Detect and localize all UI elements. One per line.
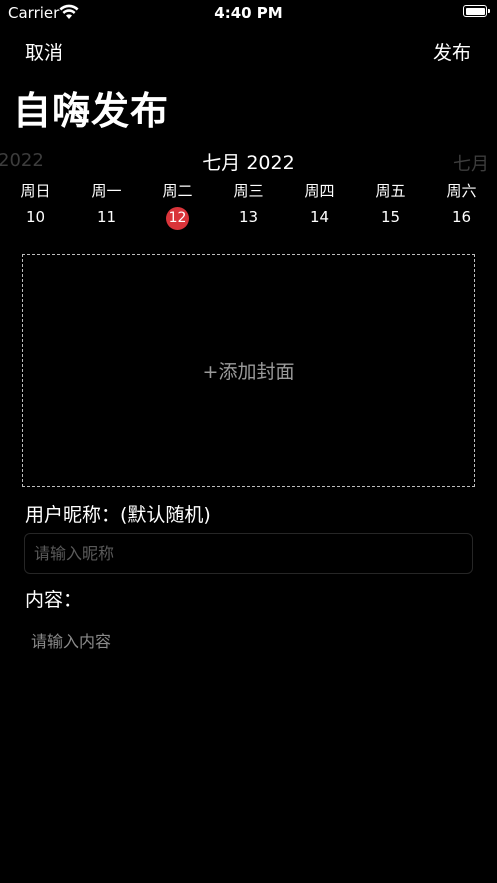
calendar-weekdays: 周日 周一 周二 周三 周四 周五 周六 [0,180,497,201]
calendar-day-selected[interactable]: 12 [142,205,213,230]
publish-screen: Carrier 4:40 PM 取消 发布 自嗨发布 2022 七月 2022 … [0,0,497,883]
battery-fill [465,7,485,15]
calendar-day-number: 14 [309,208,330,226]
weekday-sun: 周日 [20,182,51,200]
weekday-sat: 周六 [446,182,477,200]
weekday-fri: 周五 [375,182,406,200]
calendar-day[interactable]: 14 [284,205,355,229]
calendar-days: 10 11 12 13 14 15 16 [0,205,497,230]
calendar-day[interactable]: 10 [0,205,71,229]
nickname-label: 用户昵称：(默认随机) [25,504,211,526]
calendar-day[interactable]: 15 [355,205,426,229]
calendar-day-number: 16 [451,208,472,226]
weekday-thu: 周四 [304,182,335,200]
publish-button[interactable]: 发布 [433,38,471,65]
content-label: 内容： [25,589,83,611]
calendar-day[interactable]: 11 [71,205,142,229]
calendar-day-number: 15 [380,208,401,226]
status-bar: Carrier 4:40 PM [0,0,497,26]
calendar-day[interactable]: 13 [213,205,284,229]
nickname-input[interactable] [24,533,473,574]
content-input[interactable] [24,620,473,820]
page-title: 自嗨发布 [13,89,170,133]
weekday-mon: 周一 [91,182,122,200]
battery-icon [463,5,490,17]
calendar-day-number: 11 [96,208,117,226]
weekday-wed: 周三 [233,182,264,200]
calendar-current-month: 七月 2022 [202,152,295,174]
calendar-day-number: 13 [238,208,259,226]
cancel-button[interactable]: 取消 [25,38,63,65]
calendar-day-number: 12 [166,207,189,230]
add-cover-button[interactable]: +添加封面 [22,254,475,487]
calendar-header: 2022 七月 2022 七月 [0,148,497,176]
calendar-day[interactable]: 16 [426,205,497,229]
add-cover-label: +添加封面 [202,361,295,383]
calendar-day-number: 10 [25,208,46,226]
status-time: 4:40 PM [214,4,283,22]
weekday-tue: 周二 [162,182,193,200]
calendar-next-month[interactable]: 七月 [453,150,489,176]
